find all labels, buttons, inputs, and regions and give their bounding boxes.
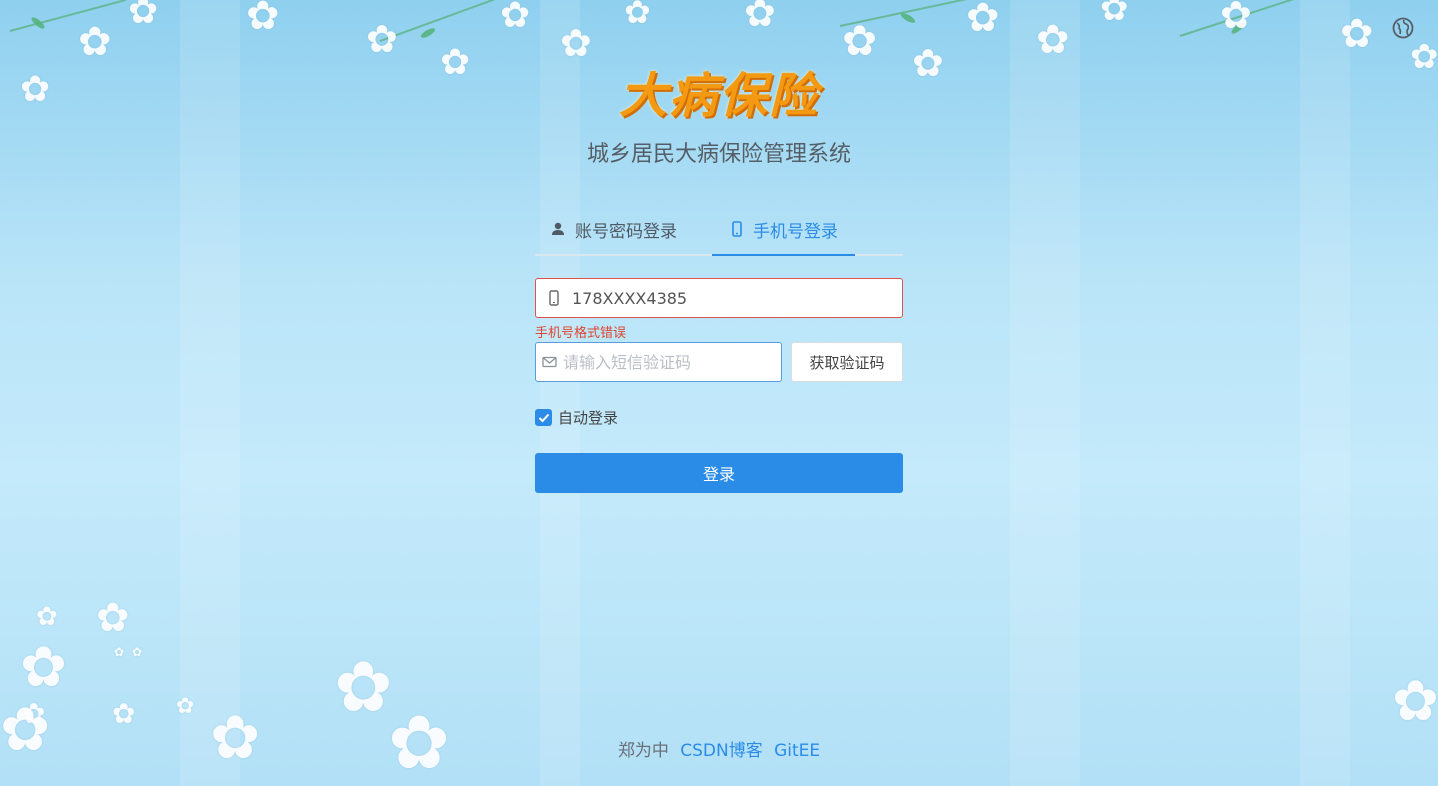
auto-login-label: 自动登录 bbox=[558, 409, 619, 427]
user-icon bbox=[552, 222, 564, 235]
globe-icon[interactable] bbox=[1392, 17, 1414, 39]
sms-code-input[interactable] bbox=[561, 351, 781, 373]
check-icon bbox=[538, 413, 549, 422]
mail-icon bbox=[538, 356, 561, 368]
tab-account-password[interactable]: 账号密码登录 bbox=[551, 204, 677, 254]
auto-login-option[interactable]: 自动登录 bbox=[535, 407, 618, 428]
mobile-icon bbox=[732, 221, 742, 237]
phone-error-message: 手机号格式错误 bbox=[535, 326, 627, 341]
login-button[interactable]: 登录 bbox=[535, 453, 903, 493]
active-tab-indicator bbox=[712, 254, 855, 256]
footer: 郑为中 CSDN博客 GitEE bbox=[0, 736, 1438, 761]
phone-input[interactable] bbox=[570, 287, 874, 309]
tab-label: 手机号登录 bbox=[753, 221, 838, 242]
system-title: 城乡居民大病保险管理系统 bbox=[586, 142, 851, 167]
app-logo: 大病保险 bbox=[618, 68, 819, 124]
login-tabs: 账号密码登录 手机号登录 bbox=[535, 204, 903, 256]
footer-author: 郑为中 bbox=[617, 741, 669, 761]
gitee-link[interactable]: GitEE bbox=[774, 741, 820, 761]
csdn-blog-link[interactable]: CSDN博客 bbox=[680, 741, 762, 761]
mobile-icon bbox=[538, 290, 570, 306]
phone-field bbox=[535, 278, 903, 318]
tab-label: 账号密码登录 bbox=[575, 221, 677, 242]
sms-code-field bbox=[535, 342, 782, 382]
get-code-button[interactable]: 获取验证码 bbox=[791, 342, 903, 382]
auto-login-checkbox[interactable] bbox=[535, 409, 552, 426]
tab-phone-login[interactable]: 手机号登录 bbox=[731, 204, 838, 254]
